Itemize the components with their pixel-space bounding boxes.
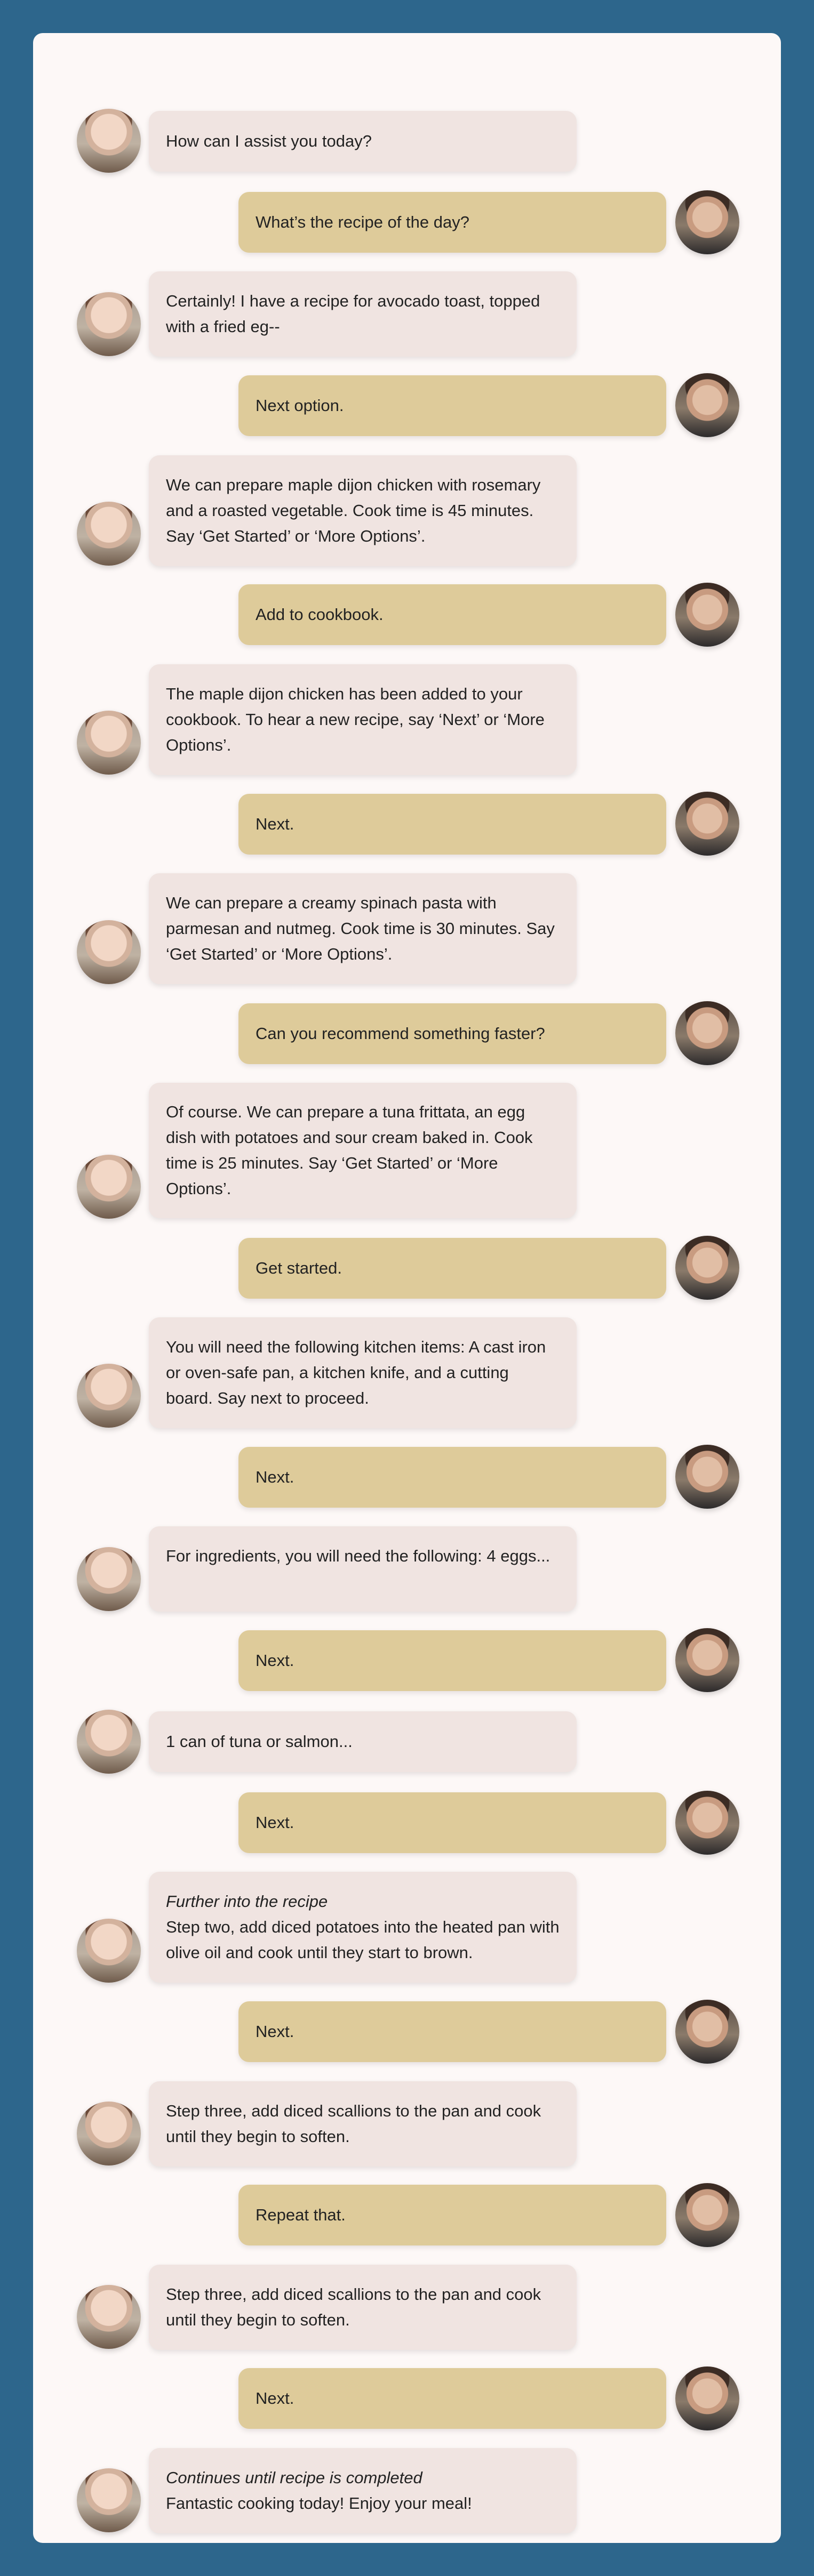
user-avatar <box>675 1001 739 1065</box>
user-message: Next. <box>238 2368 666 2429</box>
assistant-message: 1 can of tuna or salmon... <box>149 1711 577 1772</box>
user-message: Get started. <box>238 1238 666 1299</box>
message-text: Get started. <box>256 1259 342 1277</box>
user-message: Next. <box>238 2001 666 2062</box>
assistant-avatar <box>77 1710 141 1774</box>
assistant-message: Step three, add diced scallions to the p… <box>149 2081 577 2167</box>
message-text: Of course. We can prepare a tuna frittat… <box>166 1102 533 1198</box>
user-avatar <box>675 792 739 856</box>
message-text: We can prepare a creamy spinach pasta wi… <box>166 893 555 963</box>
user-message: Repeat that. <box>238 2185 666 2245</box>
message-text: How can I assist you today? <box>166 132 372 150</box>
user-message: Next. <box>238 1630 666 1691</box>
message-text: Next. <box>256 2389 294 2408</box>
message-text: Next option. <box>256 396 344 415</box>
message-text: Can you recommend something faster? <box>256 1024 545 1043</box>
assistant-message: The maple dijon chicken has been added t… <box>149 664 577 775</box>
assistant-avatar <box>77 2102 141 2166</box>
assistant-avatar <box>77 502 141 566</box>
assistant-avatar <box>77 2468 141 2532</box>
assistant-message: We can prepare a creamy spinach pasta wi… <box>149 873 577 984</box>
message-text: Next. <box>256 1651 294 1670</box>
user-message: Next. <box>238 1447 666 1508</box>
conversation-card: How can I assist you today? What’s the r… <box>33 33 781 2543</box>
context-note: Continues until recipe is completed <box>166 2468 422 2487</box>
assistant-avatar <box>77 2285 141 2349</box>
context-note: Further into the recipe <box>166 1892 328 1911</box>
message-text: You will need the following kitchen item… <box>166 1338 546 1407</box>
user-avatar <box>675 1236 739 1300</box>
user-avatar <box>675 1445 739 1509</box>
assistant-message: We can prepare maple dijon chicken with … <box>149 455 577 566</box>
user-avatar <box>675 1791 739 1855</box>
user-message: What’s the recipe of the day? <box>238 192 666 253</box>
assistant-avatar <box>77 920 141 984</box>
assistant-message: How can I assist you today? <box>149 111 577 172</box>
assistant-avatar <box>77 109 141 173</box>
user-message: Next. <box>238 1792 666 1853</box>
assistant-avatar <box>77 1919 141 1983</box>
user-avatar <box>675 583 739 647</box>
message-text: Certainly! I have a recipe for avocado t… <box>166 292 540 336</box>
message-text: Fantastic cooking today! Enjoy your meal… <box>166 2494 472 2513</box>
message-text: Next. <box>256 1468 294 1486</box>
assistant-avatar <box>77 1364 141 1428</box>
message-text: Step three, add diced scallions to the p… <box>166 2285 541 2329</box>
message-text: Step three, add diced scallions to the p… <box>166 2102 541 2146</box>
message-text: Add to cookbook. <box>256 605 384 624</box>
assistant-message: Further into the recipe Step two, add di… <box>149 1872 577 1983</box>
user-avatar <box>675 2366 739 2430</box>
user-avatar <box>675 190 739 254</box>
message-text: For ingredients, you will need the follo… <box>166 1547 550 1565</box>
message-text: Next. <box>256 2022 294 2041</box>
assistant-avatar <box>77 292 141 356</box>
assistant-message: Step three, add diced scallions to the p… <box>149 2265 577 2350</box>
message-text: Repeat that. <box>256 2205 346 2224</box>
user-message: Add to cookbook. <box>238 584 666 645</box>
message-text: Step two, add diced potatoes into the he… <box>166 1918 560 1962</box>
assistant-message: Continues until recipe is completed Fant… <box>149 2448 577 2533</box>
user-avatar <box>675 2183 739 2247</box>
user-avatar <box>675 2000 739 2064</box>
user-message: Next option. <box>238 375 666 436</box>
user-avatar <box>675 1628 739 1692</box>
message-text: The maple dijon chicken has been added t… <box>166 685 545 754</box>
assistant-message: Certainly! I have a recipe for avocado t… <box>149 271 577 357</box>
message-text: Next. <box>256 815 294 833</box>
user-message: Next. <box>238 794 666 855</box>
assistant-message: For ingredients, you will need the follo… <box>149 1526 577 1612</box>
assistant-message: Of course. We can prepare a tuna frittat… <box>149 1083 577 1218</box>
message-text: What’s the recipe of the day? <box>256 213 469 231</box>
assistant-message: You will need the following kitchen item… <box>149 1317 577 1428</box>
assistant-avatar <box>77 1155 141 1219</box>
user-avatar <box>675 373 739 437</box>
message-text: Next. <box>256 1813 294 1832</box>
assistant-avatar <box>77 1547 141 1611</box>
user-message: Can you recommend something faster? <box>238 1003 666 1064</box>
message-text: 1 can of tuna or salmon... <box>166 1732 353 1751</box>
assistant-avatar <box>77 711 141 775</box>
message-text: We can prepare maple dijon chicken with … <box>166 476 541 545</box>
